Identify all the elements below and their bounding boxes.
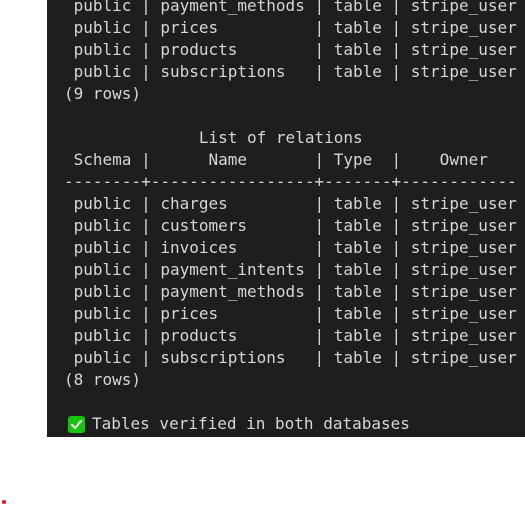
verified-message: Tables verified in both databases	[64, 413, 525, 435]
row-count: (8 rows)	[64, 370, 142, 389]
check-mark-icon	[68, 415, 85, 433]
table-row: public | charges | table | stripe_user	[64, 194, 517, 213]
table-row: public | products | table | stripe_user	[64, 326, 517, 345]
table-row: public | subscriptions | table | stripe_…	[64, 62, 517, 81]
table-row: public | payment_intents | table | strip…	[64, 260, 517, 279]
table-row: public | prices | table | stripe_user	[64, 18, 517, 37]
table-separator: --------+-----------------+-------+-----…	[64, 172, 517, 191]
table-row: public | products | table | stripe_user	[64, 40, 517, 59]
table-row: public | subscriptions | table | stripe_…	[64, 348, 517, 367]
table-row: public | payment_methods | table | strip…	[64, 0, 517, 15]
table-row: public | payment_methods | table | strip…	[64, 282, 517, 301]
terminal-window[interactable]: public | payment_methods | table | strip…	[47, 0, 525, 437]
table-row: public | customers | table | stripe_user	[64, 216, 517, 235]
row-count: (9 rows)	[64, 84, 142, 103]
red-dot	[2, 500, 6, 504]
terminal-output: public | payment_methods | table | strip…	[64, 0, 525, 435]
table-header: Schema | Name | Type | Owner	[64, 150, 488, 169]
table-title: List of relations	[64, 128, 363, 147]
verified-text: Tables verified in both databases	[92, 414, 410, 433]
table-row: public | prices | table | stripe_user	[64, 304, 517, 323]
table-row: public | invoices | table | stripe_user	[64, 238, 517, 257]
